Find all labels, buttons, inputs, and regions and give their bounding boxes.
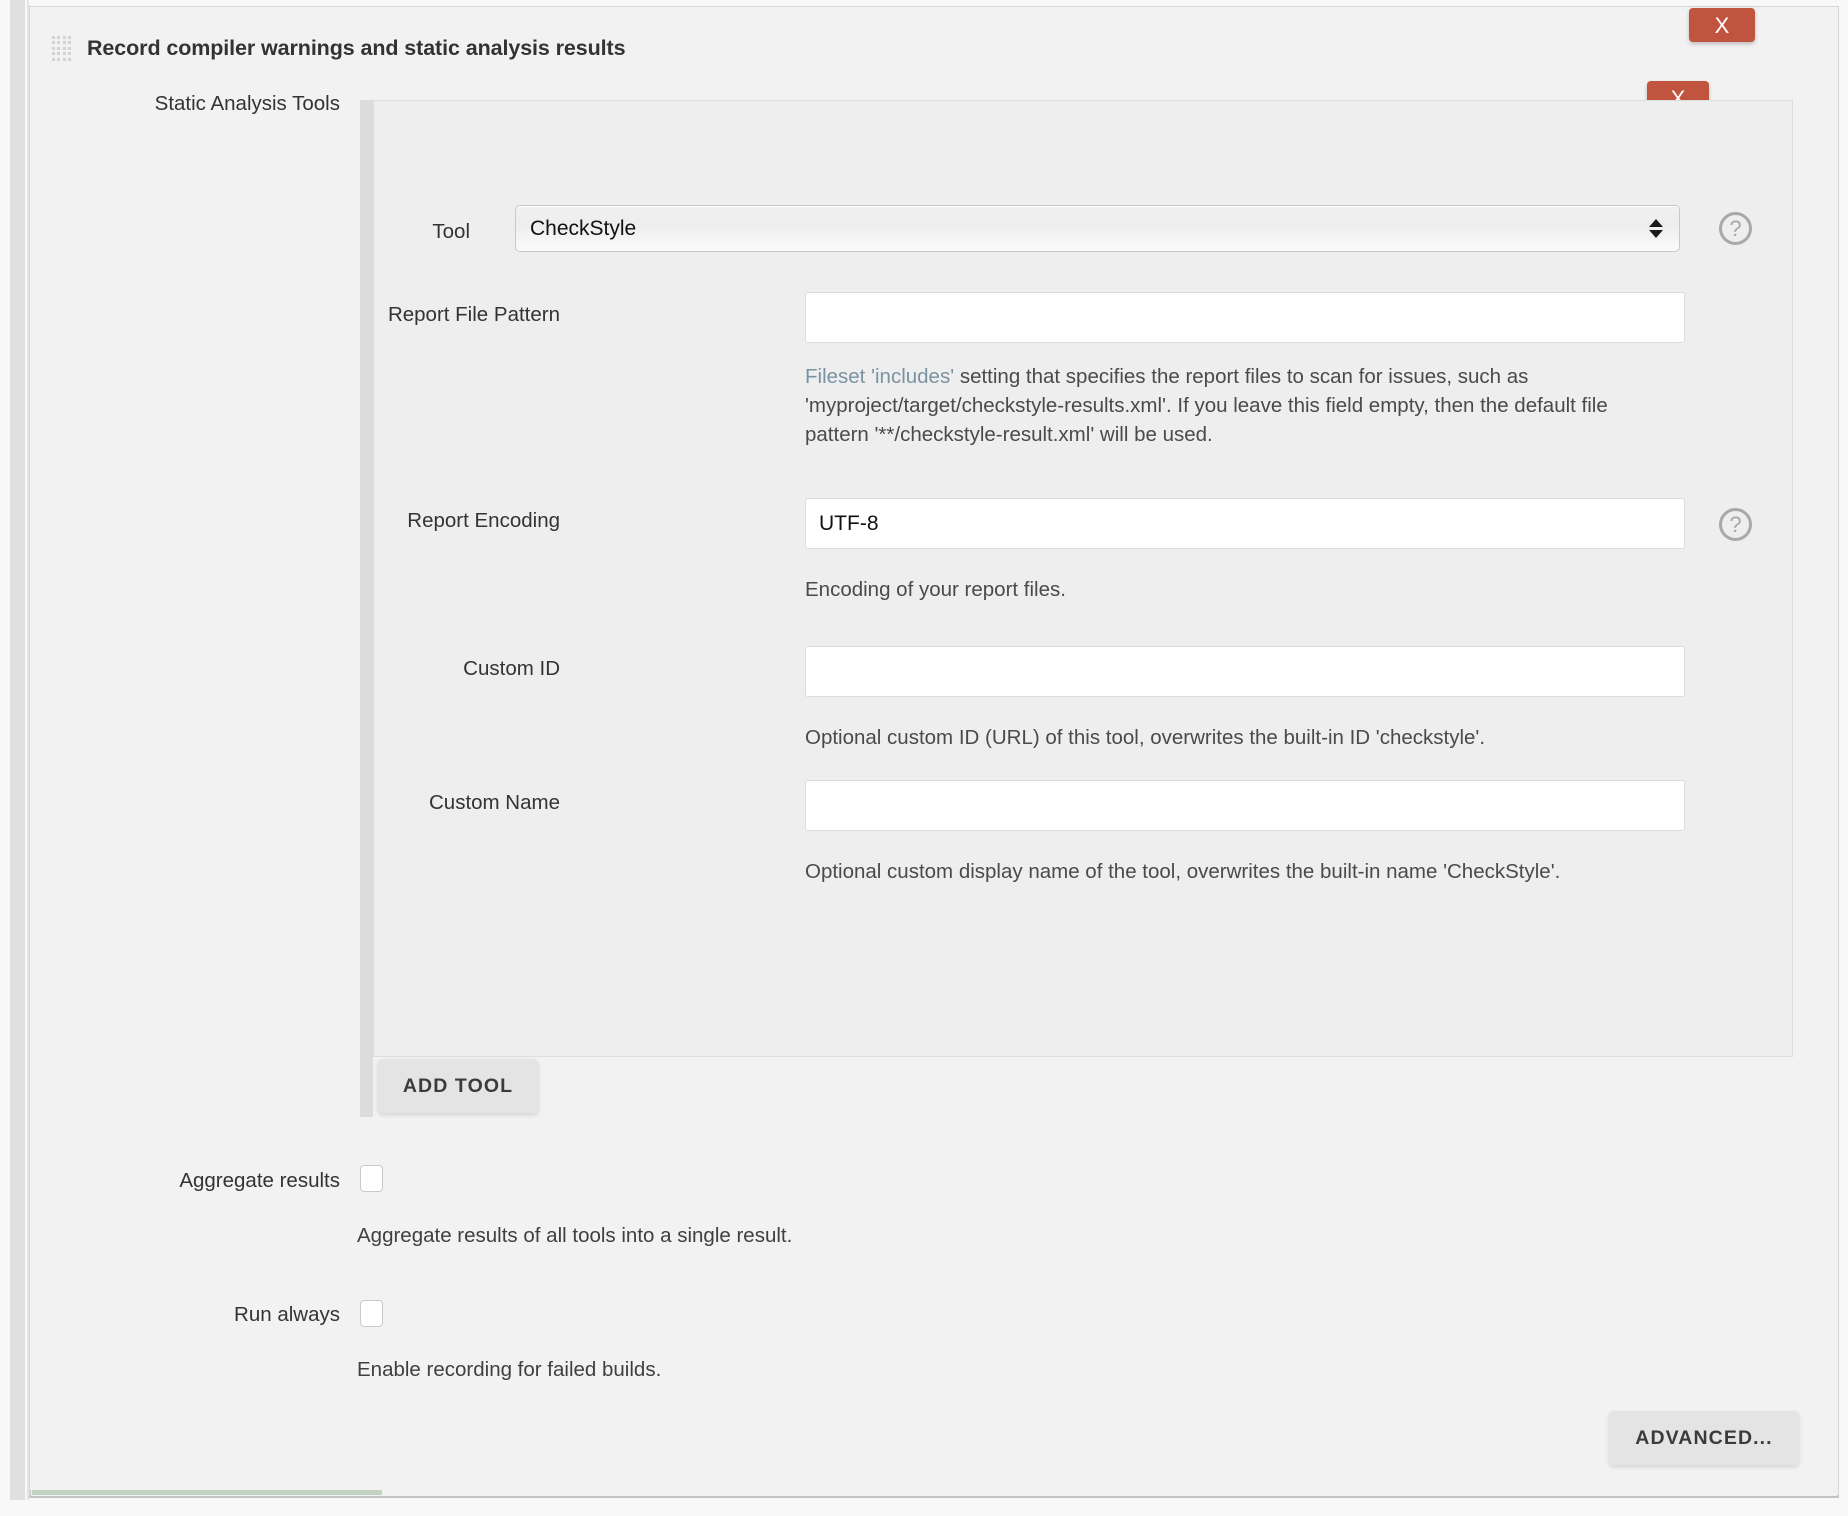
custom-id-label: Custom ID [140, 657, 560, 681]
updown-triangles-icon [1641, 219, 1671, 238]
custom-id-input[interactable] [805, 646, 1685, 697]
repeatable-drag-bar[interactable] [360, 100, 373, 1117]
run-always-checkbox[interactable] [360, 1300, 383, 1327]
help-circle-icon-tool[interactable]: ? [1719, 212, 1752, 245]
run-always-label: Run always [0, 1303, 340, 1327]
tool-select-value: CheckStyle [516, 217, 1641, 241]
report-file-pattern-description: Fileset 'includes' setting that specifie… [805, 362, 1665, 449]
close-section-button[interactable]: X [1689, 8, 1755, 42]
report-encoding-label: Report Encoding [140, 509, 560, 533]
aggregate-results-label: Aggregate results [0, 1169, 340, 1193]
tool-select[interactable]: CheckStyle [515, 205, 1680, 252]
page-title: Record compiler warnings and static anal… [87, 36, 625, 61]
run-always-description: Enable recording for failed builds. [357, 1358, 661, 1382]
section-header: Record compiler warnings and static anal… [52, 36, 625, 61]
add-tool-button[interactable]: ADD TOOL [378, 1059, 538, 1113]
fileset-includes-link[interactable]: Fileset 'includes' [805, 365, 954, 388]
aggregate-results-checkbox[interactable] [360, 1165, 383, 1192]
custom-name-description: Optional custom display name of the tool… [805, 857, 1665, 886]
left-gutter [10, 0, 25, 1500]
tool-label: Tool [340, 220, 470, 244]
report-encoding-input[interactable] [805, 498, 1685, 549]
static-analysis-tools-label: Static Analysis Tools [0, 92, 340, 116]
report-file-pattern-input[interactable] [805, 292, 1685, 343]
aggregate-results-description: Aggregate results of all tools into a si… [357, 1224, 792, 1248]
report-file-pattern-label: Report File Pattern [140, 303, 560, 327]
page-root: Record compiler warnings and static anal… [0, 0, 1848, 1516]
help-circle-icon-encoding[interactable]: ? [1719, 508, 1752, 541]
drag-grip-icon[interactable] [52, 36, 71, 61]
advanced-button[interactable]: ADVANCED... [1609, 1411, 1799, 1465]
bottom-accent-bar [30, 1490, 382, 1495]
custom-name-input[interactable] [805, 780, 1685, 831]
custom-id-description: Optional custom ID (URL) of this tool, o… [805, 723, 1665, 752]
custom-name-label: Custom Name [140, 791, 560, 815]
report-encoding-description: Encoding of your report files. [805, 575, 1665, 604]
